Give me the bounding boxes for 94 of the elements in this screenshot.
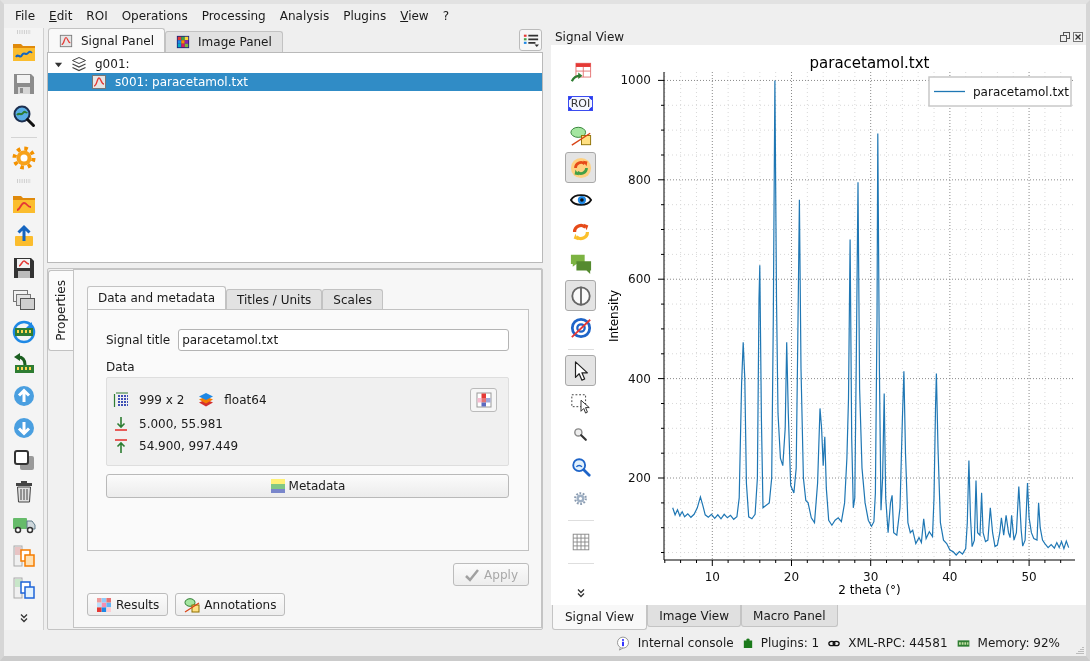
info-icon	[615, 635, 630, 651]
panel-tab[interactable]: Signal Panel	[48, 28, 166, 52]
color-grid-icon	[475, 392, 492, 408]
shapes-icon	[184, 596, 201, 613]
close-icon[interactable]	[1073, 31, 1083, 42]
double-chevron-icon[interactable]	[18, 613, 29, 623]
menu-item[interactable]: ?	[435, 6, 457, 26]
value-text: 5.000, 55.981	[139, 417, 223, 431]
view-tab[interactable]: Macro Panel	[741, 605, 838, 627]
tick-label: 400	[628, 371, 651, 386]
refresh-icon	[569, 156, 592, 179]
signal-icon	[59, 33, 73, 48]
field-label: Signal title	[106, 333, 171, 347]
menu-item[interactable]: ROI	[79, 6, 115, 26]
magnifier-icon	[569, 455, 592, 478]
arrow-up-icon[interactable]	[11, 384, 36, 408]
menu-item[interactable]: Plugins	[336, 6, 394, 26]
signal-icon	[91, 74, 107, 90]
tool-button[interactable]	[565, 355, 596, 386]
chat-icon	[569, 252, 592, 275]
pixel-grid-icon	[176, 35, 191, 49]
tick-label: 40	[942, 570, 958, 584]
tab[interactable]: Data and metadata	[87, 286, 227, 309]
menu-item[interactable]: File	[8, 6, 43, 26]
tick-label: 20	[783, 570, 800, 584]
tick-label: 200	[628, 471, 651, 485]
float-icon[interactable]	[1060, 31, 1070, 42]
tick-label: 50	[1021, 570, 1037, 584]
metadata-button[interactable]: Metadata	[106, 474, 509, 498]
dock-title: Signal View	[555, 29, 626, 44]
grid-button[interactable]	[470, 388, 497, 412]
chart-title: paracetamol.txt	[809, 54, 930, 72]
side-tab[interactable]: Properties	[48, 270, 73, 351]
axis-label: Intensity	[607, 289, 621, 343]
menu-item[interactable]: Processing	[194, 6, 273, 26]
size-grip-icon[interactable]	[1075, 645, 1085, 655]
layers-icon	[71, 56, 87, 72]
tick-label: 1000	[620, 73, 651, 88]
dot-grid-icon	[113, 392, 129, 408]
link-icon	[828, 639, 841, 647]
table-icon	[569, 60, 592, 83]
save-icon[interactable]	[11, 256, 36, 280]
gear-icon	[572, 490, 589, 507]
legend-swatch-icon	[933, 90, 966, 93]
tab[interactable]: Titles / Units	[226, 289, 323, 309]
axis-label: 2 theta (°)	[838, 583, 901, 597]
status-text: XML-RPC: 44581	[848, 636, 948, 650]
dtype-text: float64	[224, 393, 267, 407]
tool-button[interactable]: ROI	[565, 88, 596, 119]
double-chevron-icon[interactable]	[575, 588, 586, 598]
memory-refresh-icon[interactable]	[11, 320, 36, 344]
shape-text: 999 x 2	[139, 393, 185, 407]
magnifier-icon	[572, 426, 589, 443]
circle-split-icon	[569, 284, 592, 307]
tick-label: 10	[704, 570, 720, 584]
legend-label: paracetamol.txt	[973, 85, 1069, 99]
text-field[interactable]: paracetamol.txt	[178, 329, 509, 351]
tree-item[interactable]: s001: paracetamol.txt	[48, 73, 542, 91]
color-bars-icon	[269, 478, 286, 494]
arrow-up-line-icon	[113, 438, 129, 454]
stacked-windows-icon[interactable]	[11, 288, 36, 312]
menu-item[interactable]: Operations	[114, 6, 195, 26]
selection-cursor-icon	[569, 391, 592, 414]
arrow-down-line-icon	[113, 416, 129, 432]
list-menu-button[interactable]	[519, 29, 542, 51]
tab[interactable]: Scales	[322, 289, 383, 309]
duplicate-icon[interactable]	[11, 448, 36, 472]
search-icon[interactable]	[11, 104, 36, 128]
color-grid-icon	[96, 596, 112, 613]
menu-item[interactable]: Analysis	[272, 6, 337, 26]
panel-tab[interactable]: Image Panel	[165, 31, 283, 52]
list-icon	[522, 32, 539, 48]
target-icon	[569, 316, 592, 339]
tick-label: 600	[628, 272, 651, 287]
view-tab[interactable]: Signal View	[552, 605, 648, 630]
view-tab[interactable]: Image View	[647, 605, 742, 627]
memory-chip-icon	[956, 638, 970, 648]
stack-icon	[198, 392, 215, 408]
status-text: Internal console	[637, 636, 734, 650]
value-text: 54.900, 997.449	[139, 439, 239, 453]
section-label: Data	[106, 359, 135, 375]
puzzle-piece-icon	[742, 637, 753, 649]
menu-item[interactable]: Edit	[42, 6, 80, 26]
status-text: Plugins: 1	[760, 636, 820, 650]
tick-label: 30	[863, 570, 879, 584]
menu-item[interactable]: View	[393, 6, 436, 26]
tick-label: 800	[628, 172, 651, 187]
arrow-down-icon[interactable]	[11, 416, 36, 440]
status-text: Memory: 92%	[977, 636, 1060, 650]
copy-icon[interactable]	[11, 576, 36, 600]
shapes-icon	[569, 124, 592, 147]
tree-item[interactable]: g001:	[48, 55, 542, 73]
panel-button[interactable]: Results	[87, 593, 169, 616]
panel-button[interactable]: Annotations	[175, 593, 286, 616]
